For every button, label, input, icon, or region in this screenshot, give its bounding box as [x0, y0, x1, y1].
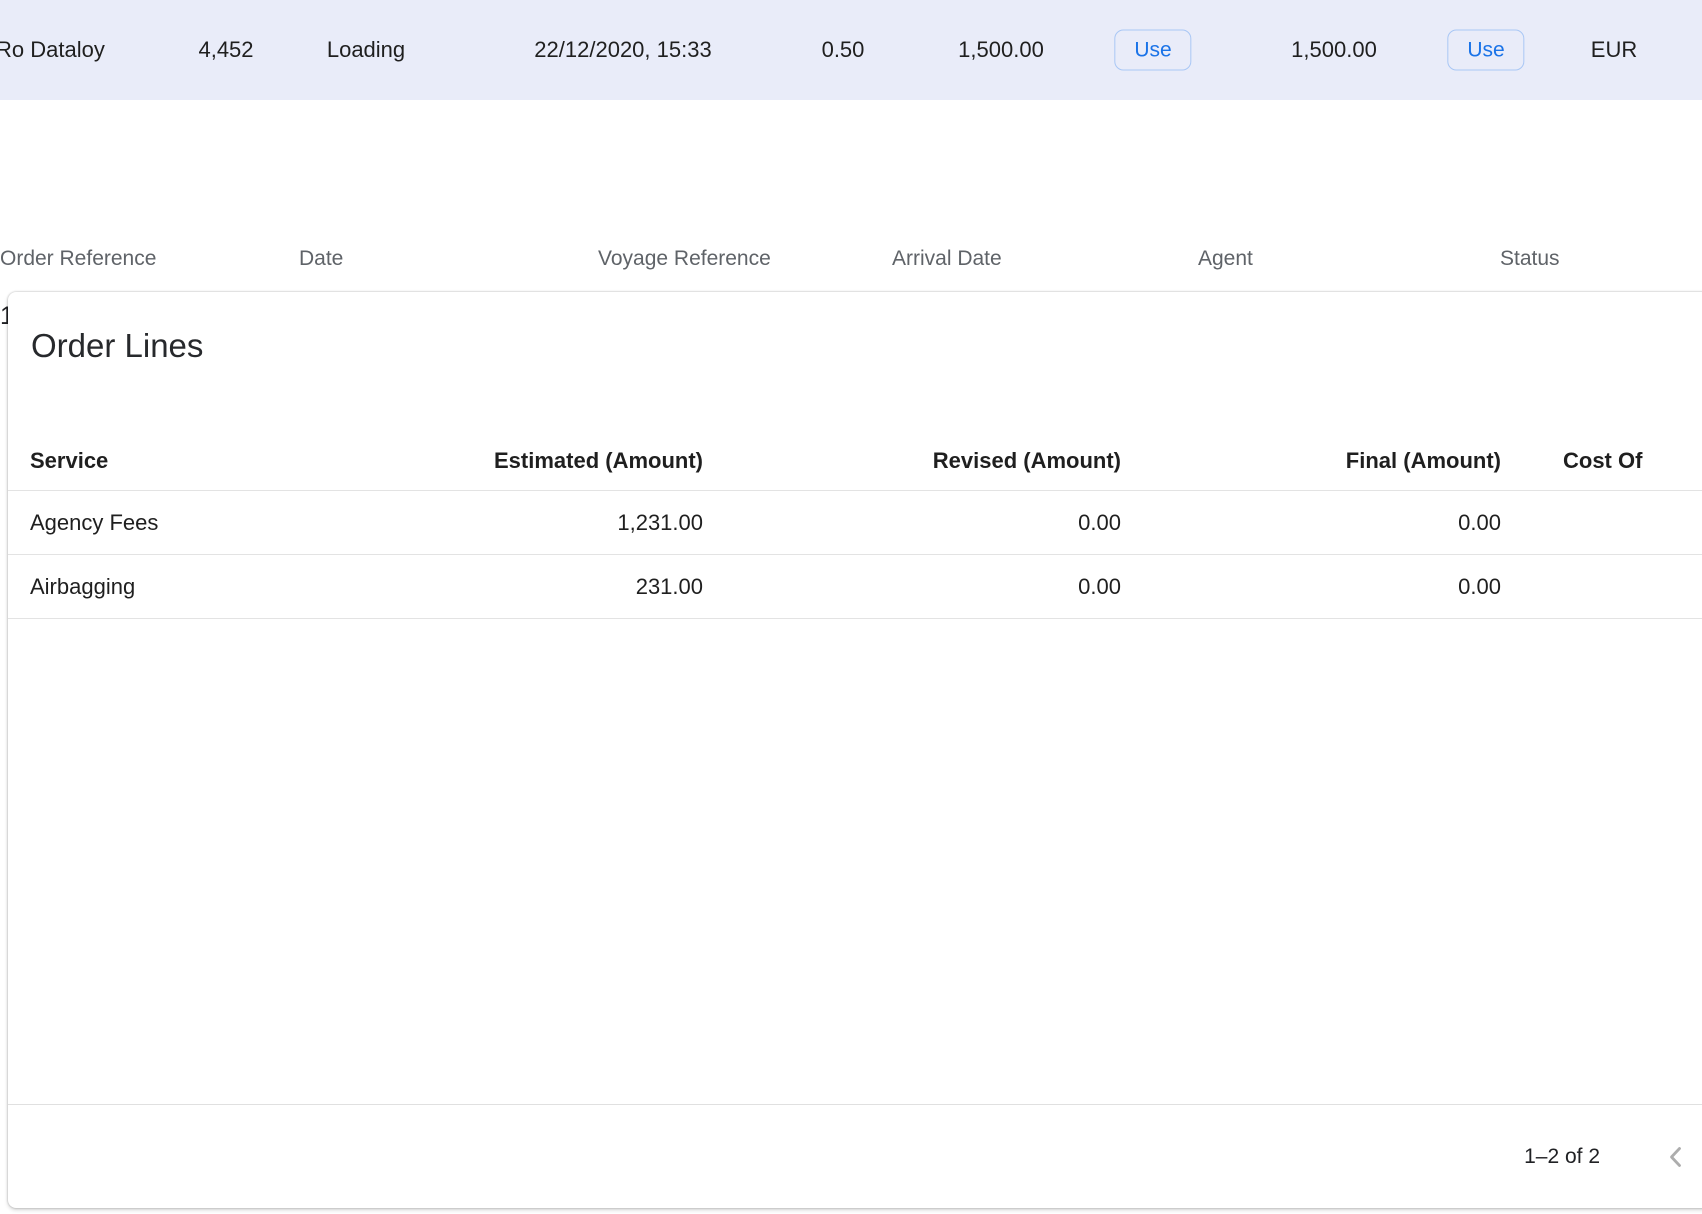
order-lines-card: Order Lines Service Estimated (Amount) R…: [8, 292, 1702, 1208]
vessel-summary-row: Ro Dataloy 4,452 Loading 22/12/2020, 15:…: [0, 0, 1702, 100]
order-lines-table: Service Estimated (Amount) Revised (Amou…: [8, 432, 1702, 619]
pagination-range-label: 1–2 of 2: [1400, 1145, 1600, 1169]
field-label: Arrival Date: [892, 246, 1017, 271]
use-revised-button[interactable]: Use: [1447, 30, 1524, 71]
pagination-previous-button[interactable]: [1652, 1133, 1700, 1181]
order-lines-title: Order Lines: [31, 326, 203, 366]
table-row[interactable]: Agency Fees 1,231.00 0.00 0.00: [8, 491, 1702, 555]
col-header-final: Final (Amount): [1201, 448, 1501, 474]
port-call-status: Loading: [327, 37, 405, 63]
table-row[interactable]: Airbagging 231.00 0.00 0.00: [8, 555, 1702, 619]
cell-service: Agency Fees: [30, 510, 158, 536]
cell-estimated: 231.00: [403, 574, 703, 600]
use-estimated-button[interactable]: Use: [1114, 30, 1191, 71]
cell-final: 0.00: [1201, 574, 1501, 600]
col-header-revised: Revised (Amount): [821, 448, 1121, 474]
field-label: Voyage Reference: [598, 246, 771, 271]
order-info-section: Order Reference 1631104858663 Date 23/12…: [0, 100, 1702, 292]
field-label: Order Reference: [0, 246, 179, 271]
revised-amount-value: 1,500.00: [1291, 37, 1377, 63]
col-header-estimated: Estimated (Amount): [403, 448, 703, 474]
chevron-left-icon: [1662, 1143, 1690, 1171]
table-header-row: Service Estimated (Amount) Revised (Amou…: [8, 432, 1702, 491]
estimated-amount-value: 1,500.00: [958, 37, 1044, 63]
col-header-service: Service: [30, 448, 108, 474]
vessel-name: Ro Dataloy: [0, 37, 105, 63]
col-header-cost-of: Cost Of: [1563, 448, 1642, 474]
quantity-value: 4,452: [198, 37, 253, 63]
pagination-bar: 1–2 of 2: [8, 1104, 1702, 1208]
currency-value: EUR: [1591, 37, 1637, 63]
rate-value: 0.50: [822, 37, 865, 63]
field-label: Agent: [1198, 246, 1261, 271]
cell-estimated: 1,231.00: [403, 510, 703, 536]
datetime-value: 22/12/2020, 15:33: [534, 37, 711, 63]
cell-revised: 0.00: [821, 510, 1121, 536]
field-label: Date: [299, 246, 424, 271]
cell-service: Airbagging: [30, 574, 135, 600]
field-label: Status: [1500, 246, 1574, 271]
cell-revised: 0.00: [821, 574, 1121, 600]
cell-final: 0.00: [1201, 510, 1501, 536]
